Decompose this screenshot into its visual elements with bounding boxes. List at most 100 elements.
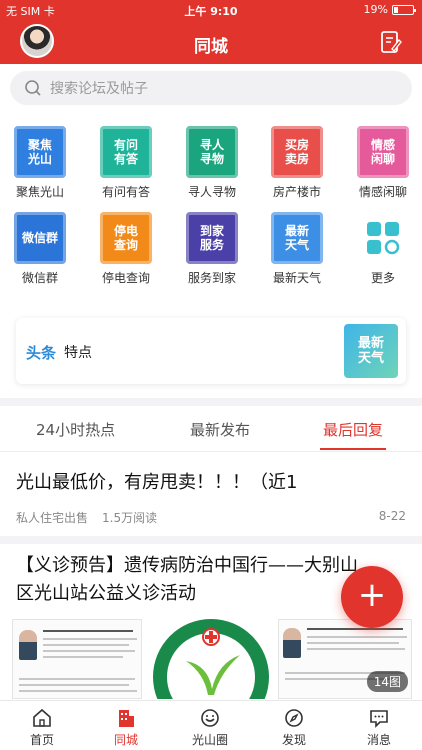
nav-item-city[interactable]: 同城 xyxy=(84,707,168,748)
search-bar[interactable]: 搜索论坛及帖子 xyxy=(10,71,412,105)
grid-item-label: 寻人寻物 xyxy=(187,185,236,199)
nav-label: 发现 xyxy=(281,733,306,747)
post-title-line[interactable]: 【义诊预告】遗传病防治中国行——大别山 xyxy=(16,552,358,580)
text-line-graphic xyxy=(43,656,123,658)
text-line-graphic xyxy=(19,690,137,692)
grid-item-real-estate[interactable]: 买房 卖房 房产楼市 xyxy=(255,126,339,206)
text-line-graphic xyxy=(43,650,135,652)
compass-icon xyxy=(285,709,303,727)
grid-item-label: 微信群 xyxy=(21,271,58,285)
tile-text-line: 寻物 xyxy=(199,152,224,166)
text-line-graphic xyxy=(307,628,403,630)
tile-text-line: 卖房 xyxy=(284,152,309,166)
grid-item-home-service[interactable]: 到家 服务 服务到家 xyxy=(170,212,254,292)
grid-item-label: 有问有答 xyxy=(101,185,150,199)
tile-text-line: 寻人 xyxy=(199,138,224,152)
nav-item-circle[interactable]: 光山圈 xyxy=(168,707,252,748)
headline-text: 特点 xyxy=(64,345,92,361)
grid-item-label: 聚焦光山 xyxy=(15,185,64,199)
search-placeholder: 搜索论坛及帖子 xyxy=(50,81,148,97)
tile-text-line: 有问 xyxy=(113,138,138,152)
headline-card[interactable]: 头条 特点 最新 天气 xyxy=(16,318,406,384)
lost-found-icon: 寻人 寻物 xyxy=(186,126,238,178)
grid-item-lost-found[interactable]: 寻人 寻物 寻人寻物 xyxy=(170,126,254,206)
nav-item-discover[interactable]: 发现 xyxy=(252,707,336,748)
text-line-graphic xyxy=(43,630,133,632)
bottom-nav: 首页 同城 光山圈 发现 消息 xyxy=(0,700,422,750)
tile-text-line: 服务 xyxy=(199,238,224,252)
chat-icon: 情感 闲聊 xyxy=(357,126,409,178)
hospital-logo-image xyxy=(148,615,274,699)
tile-text-line: 查询 xyxy=(113,238,138,252)
tab-last-reply[interactable]: 最后回复 xyxy=(323,419,383,440)
grid-item-label: 情感闲聊 xyxy=(358,185,407,199)
post-image-strip[interactable] xyxy=(0,615,422,699)
tab-24h-hot[interactable]: 24小时热点 xyxy=(36,419,115,440)
status-bar: 无 SIM 卡 上午 9:10 19% xyxy=(0,0,422,20)
doctor-photo xyxy=(19,630,37,660)
tile-text-line: 有答 xyxy=(113,152,138,166)
status-time: 上午 9:10 xyxy=(184,5,238,18)
post-image xyxy=(12,619,142,699)
more-grid-icon xyxy=(357,212,409,264)
nav-label: 首页 xyxy=(29,733,54,747)
battery-percent: 19% xyxy=(363,3,388,16)
tile-text-line: 情感 xyxy=(370,138,395,152)
post-title[interactable]: 光山最低价，有房甩卖！！！（近1 xyxy=(16,469,297,497)
nav-item-messages[interactable]: 消息 xyxy=(337,707,421,748)
feed-tabs: 24小时热点 最新发布 最后回复 xyxy=(0,406,422,452)
thumb-text-line: 最新 xyxy=(357,336,384,351)
headline-thumbnail: 最新 天气 xyxy=(344,324,398,378)
page-title: 同城 xyxy=(194,37,228,57)
tile-text-line: 光山 xyxy=(27,152,52,166)
grid-item-label: 房产楼市 xyxy=(272,185,321,199)
nav-label: 消息 xyxy=(366,733,391,747)
tab-latest[interactable]: 最新发布 xyxy=(190,419,250,440)
tile-text-line: 闲聊 xyxy=(370,152,395,166)
nav-item-home[interactable]: 首页 xyxy=(0,707,84,748)
active-tab-indicator xyxy=(320,448,386,450)
tile-text-line: 聚焦 xyxy=(27,138,52,152)
real-estate-icon: 买房 卖房 xyxy=(271,126,323,178)
post-divider xyxy=(0,536,422,544)
headline-tag: 头条 xyxy=(26,344,57,362)
compose-icon[interactable] xyxy=(380,30,402,54)
tile-text-line: 停电 xyxy=(113,224,138,238)
home-icon xyxy=(33,708,51,727)
grid-item-qa[interactable]: 有问 有答 有问有答 xyxy=(84,126,168,206)
battery-indicator: 19% xyxy=(363,3,416,16)
text-line-graphic xyxy=(19,678,135,680)
add-post-button[interactable]: + xyxy=(341,566,403,628)
tile-text-line: 到家 xyxy=(199,224,224,238)
grid-item-label: 更多 xyxy=(370,271,395,285)
battery-icon xyxy=(392,4,416,15)
city-icon xyxy=(119,710,134,727)
focus-guangshan-icon: 聚焦 光山 xyxy=(14,126,66,178)
circle-icon xyxy=(201,709,219,727)
post-category: 私人住宅出售 xyxy=(16,511,89,525)
tile-text-line: 买房 xyxy=(284,138,309,152)
nav-label: 同城 xyxy=(113,733,138,747)
search-icon xyxy=(25,80,41,96)
hospital-logo-icon xyxy=(153,619,269,699)
grid-item-label: 停电查询 xyxy=(101,271,150,285)
grid-item-power-outage[interactable]: 停电 查询 停电查询 xyxy=(84,212,168,292)
grid-item-weather[interactable]: 最新 天气 最新天气 xyxy=(255,212,339,292)
post-date: 8-22 xyxy=(378,509,406,523)
nav-label: 光山圈 xyxy=(191,733,228,747)
grid-item-chat[interactable]: 情感 闲聊 情感闲聊 xyxy=(341,126,422,206)
tile-text-line: 最新 xyxy=(284,224,309,238)
tile-text-line: 微信群 xyxy=(21,231,58,245)
grid-item-more-grid[interactable]: 更多 xyxy=(341,212,422,292)
thumb-text-line: 天气 xyxy=(357,351,384,366)
grid-item-label: 最新天气 xyxy=(272,271,321,285)
text-line-graphic xyxy=(43,638,137,640)
power-outage-icon: 停电 查询 xyxy=(100,212,152,264)
weather-icon: 最新 天气 xyxy=(271,212,323,264)
grid-item-focus-guangshan[interactable]: 聚焦 光山 聚焦光山 xyxy=(0,126,82,206)
post-title-line[interactable]: 区光山站公益义诊活动 xyxy=(16,580,196,608)
text-line-graphic xyxy=(307,636,407,638)
grid-item-label: 服务到家 xyxy=(187,271,236,285)
post-views: 1.5万阅读 xyxy=(102,511,158,525)
grid-item-wechat-group[interactable]: 微信群 微信群 xyxy=(0,212,82,292)
